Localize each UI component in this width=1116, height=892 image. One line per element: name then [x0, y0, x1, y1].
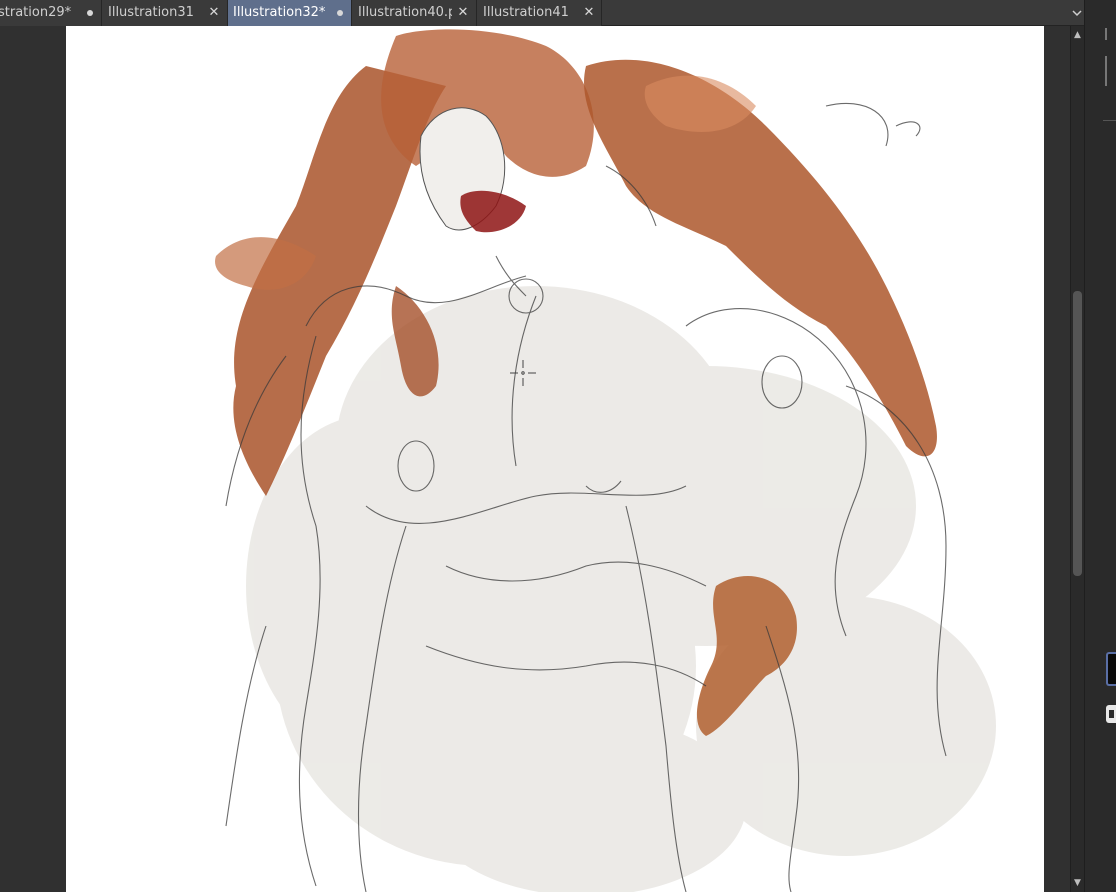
- scroll-up-icon[interactable]: ▲: [1071, 28, 1084, 42]
- tab-illustration32[interactable]: Illustration32*: [228, 0, 352, 26]
- workspace-right-margin: [1044, 26, 1070, 892]
- panel-edge-mark: [1105, 28, 1107, 40]
- tab-label: Illustration31: [108, 5, 194, 20]
- tab-illustration31[interactable]: Illustration31 ✕: [102, 0, 228, 26]
- tab-label: Illustration41: [483, 5, 569, 20]
- app-window: stration29* Illustration31 ✕ Illustratio…: [0, 0, 1116, 892]
- tab-illustration41[interactable]: Illustration41 ✕: [477, 0, 602, 26]
- close-icon[interactable]: ✕: [455, 0, 471, 26]
- tab-label: Illustration40.png: [358, 5, 452, 20]
- drawing-canvas[interactable]: [66, 26, 1044, 892]
- vertical-scrollbar[interactable]: ▲ ▼: [1070, 26, 1084, 892]
- tab-label: Illustration32*: [233, 5, 326, 20]
- right-side-panel: [1084, 0, 1116, 892]
- panel-divider: [1103, 120, 1116, 121]
- tab-illustration40[interactable]: Illustration40.png ✕: [352, 0, 477, 26]
- scroll-down-icon[interactable]: ▼: [1071, 876, 1084, 890]
- close-icon[interactable]: ✕: [206, 0, 222, 26]
- modified-dot-icon[interactable]: [82, 0, 98, 26]
- panel-edge-mark: [1105, 56, 1107, 86]
- close-icon[interactable]: ✕: [581, 0, 597, 26]
- color-swap-icon[interactable]: [1106, 705, 1116, 723]
- modified-dot-icon[interactable]: [332, 0, 348, 26]
- artwork: [215, 29, 996, 892]
- main-color-swatch[interactable]: [1106, 652, 1116, 686]
- workspace-left-margin: [0, 26, 66, 892]
- tab-label: stration29*: [0, 5, 72, 20]
- tab-illustration29[interactable]: stration29*: [0, 0, 102, 26]
- document-tab-bar: stration29* Illustration31 ✕ Illustratio…: [0, 0, 1116, 26]
- scrollbar-thumb[interactable]: [1073, 291, 1082, 576]
